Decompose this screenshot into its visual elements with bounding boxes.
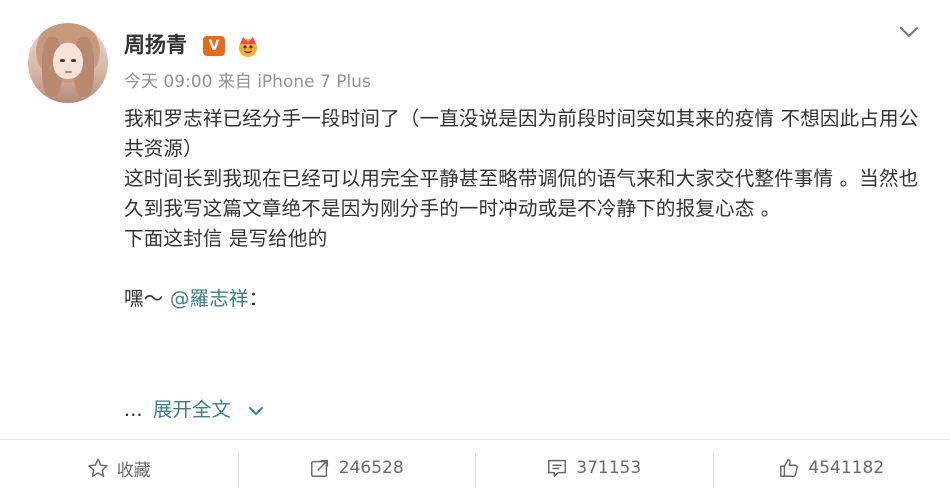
paragraph: 这时间长到我现在已经可以用完全平静甚至略带调侃的语气来和大家交代整件事情 。当然…	[124, 167, 919, 220]
greeting-prefix: 嘿～	[124, 287, 170, 310]
comment-count: 371153	[576, 458, 642, 478]
avatar-eye	[60, 59, 65, 62]
favorite-label: 收藏	[116, 460, 151, 481]
favorite-button[interactable]: 收藏	[0, 440, 238, 496]
verified-badge: V	[203, 36, 225, 56]
username[interactable]: 周扬青	[124, 30, 187, 60]
crown-icon	[239, 37, 257, 57]
repost-icon	[310, 459, 328, 477]
chevron-down-icon[interactable]	[247, 405, 265, 417]
star-icon	[88, 458, 108, 477]
weibo-post: 周扬青 V 今天 09:00 来自 iPhone 7 Plus 我和罗志祥已经分…	[0, 0, 950, 440]
chevron-down-icon[interactable]	[897, 22, 921, 42]
action-bar: 收藏 246528 371153 4541182	[0, 440, 950, 496]
paragraph: 我和罗志祥已经分手一段时间了（一直没说是因为前段时间突如其来的疫情 不想因此占用…	[124, 107, 919, 160]
avatar[interactable]	[28, 23, 108, 103]
thumbs-up-icon	[780, 459, 799, 477]
repost-count: 246528	[338, 458, 404, 478]
comment-icon	[548, 459, 567, 477]
post-meta: 今天 09:00 来自 iPhone 7 Plus	[124, 72, 371, 92]
greeting-suffix: ：	[248, 287, 269, 310]
like-button[interactable]: 4541182	[712, 440, 950, 496]
expand-row: ... 展开全文	[124, 395, 265, 425]
avatar-eye	[71, 59, 76, 62]
like-count: 4541182	[808, 458, 885, 478]
ellipsis: ...	[124, 398, 143, 421]
avatar-face	[53, 43, 83, 79]
mention-link[interactable]: @羅志祥	[170, 287, 249, 310]
repost-button[interactable]: 246528	[237, 440, 476, 496]
expand-full-text-link[interactable]: 展开全文	[153, 398, 231, 421]
greeting-line: 嘿～ @羅志祥：	[124, 284, 924, 314]
comment-button[interactable]: 371153	[475, 440, 713, 496]
post-content: 我和罗志祥已经分手一段时间了（一直没说是因为前段时间突如其来的疫情 不想因此占用…	[124, 104, 924, 314]
paragraph: 下面这封信 是写给他的	[124, 227, 328, 250]
avatar-mouth	[65, 71, 72, 73]
